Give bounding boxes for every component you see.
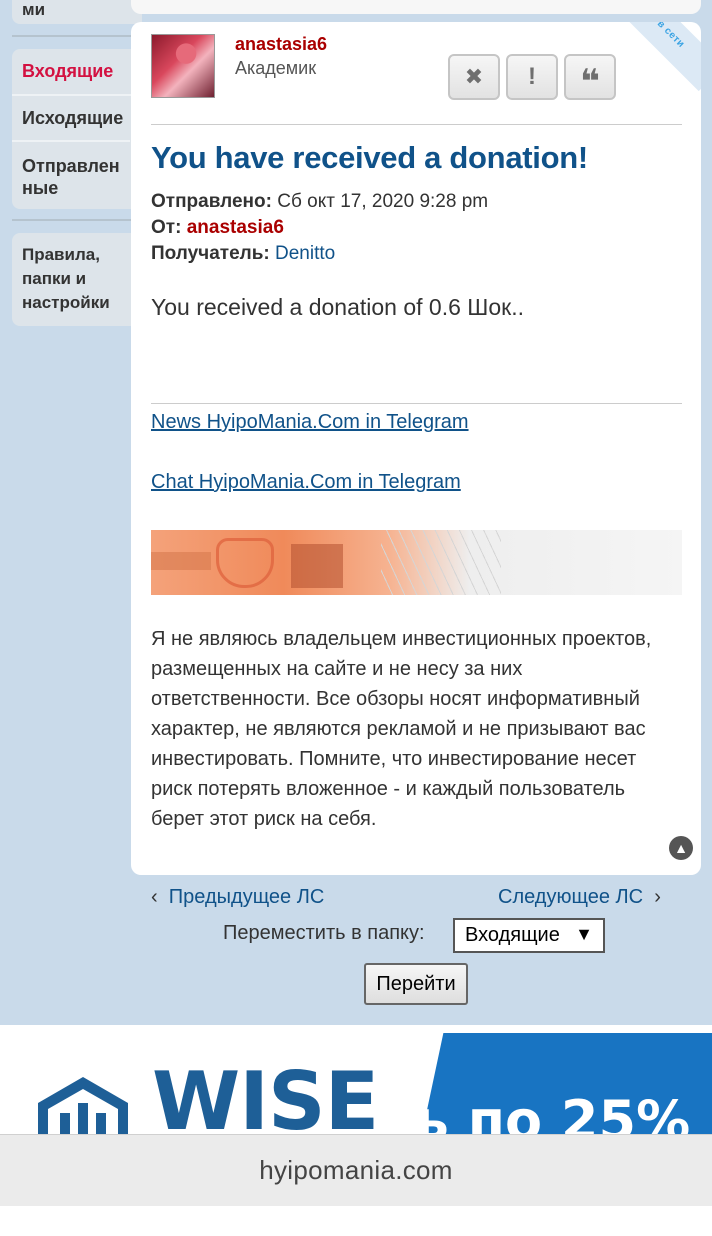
from-user-link[interactable]: anastasia6	[187, 217, 284, 238]
ad-logo-icon	[38, 1077, 128, 1135]
telegram-news-link[interactable]: News HyipoMania.Com in Telegram	[151, 411, 469, 434]
browser-bottom	[0, 1206, 712, 1236]
sidebar-item-inbox[interactable]: Входящие	[12, 60, 137, 94]
url-text: hyipomania.com	[259, 1155, 453, 1185]
message-card: в сети anastasia6 Академик ✖ ! ❝ You hav…	[131, 22, 701, 875]
divider	[151, 124, 682, 125]
sidebar-settings: Правила, папки и настройки	[12, 233, 137, 326]
gift-icon	[291, 544, 343, 588]
quote-icon: ❝	[580, 63, 600, 101]
banner-shape	[151, 552, 211, 570]
prev-message-link[interactable]: ‹ Предыдущее ЛС	[151, 886, 324, 909]
delete-button[interactable]: ✖	[448, 54, 500, 100]
dropdown-arrow-icon: ▼	[575, 924, 593, 944]
signature-banner[interactable]	[151, 530, 682, 595]
chevron-up-icon: ▲	[674, 840, 688, 856]
next-message-link[interactable]: Следующее ЛС ›	[498, 886, 661, 909]
sent-row: Отправлено: Сб окт 17, 2020 9:28 pm	[151, 191, 488, 213]
sidebar-top-label: ми	[22, 0, 46, 19]
message-title[interactable]: You have received a donation!	[151, 140, 588, 176]
signature-divider	[151, 403, 682, 404]
back-to-top-button[interactable]: ▲	[669, 836, 693, 860]
chevron-right-icon: ›	[654, 886, 661, 908]
go-button[interactable]: Перейти	[364, 963, 468, 1005]
from-label: От:	[151, 217, 182, 238]
sent-value: Сб окт 17, 2020 9:28 pm	[277, 191, 489, 212]
sidebar-divider	[12, 35, 131, 37]
ad-brand: WISE	[152, 1055, 379, 1135]
browser-url-bar[interactable]: hyipomania.com	[0, 1134, 712, 1206]
move-folder-label: Переместить в папку:	[223, 922, 425, 944]
sidebar-item-sent[interactable]: Отправлен ные	[12, 140, 130, 206]
recipient-row: Получатель: Denitto	[151, 243, 335, 265]
author-rank: Академик	[235, 58, 317, 78]
prev-message-label: Предыдущее ЛС	[168, 886, 325, 908]
from-row: От: anastasia6	[151, 217, 284, 239]
sidebar-item-outbox[interactable]: Исходящие	[12, 94, 137, 140]
exclamation-icon: !	[528, 63, 536, 90]
move-folder-value: Входящие	[465, 924, 560, 946]
ad-promo-text: ь по 25% в м	[414, 1089, 712, 1135]
telegram-chat-link[interactable]: Chat HyipoMania.Com in Telegram	[151, 471, 461, 494]
chevron-left-icon: ‹	[151, 886, 158, 908]
sent-label: Отправлено:	[151, 191, 272, 212]
recipient-label: Получатель:	[151, 243, 270, 264]
building-graphic	[381, 530, 501, 595]
shield-icon	[216, 538, 274, 588]
sidebar-folders: Входящие Исходящие Отправлен ные	[12, 49, 137, 209]
ad-promo-panel: ь по 25% в м	[415, 1033, 712, 1135]
signature-disclaimer: Я не являюсь владельцем инвестиционных п…	[151, 628, 652, 830]
online-badge: в сети	[613, 22, 701, 92]
message-body: You received a donation of 0.6 Шок..	[151, 294, 524, 320]
ad-banner[interactable]: ь по 25% в м WISE	[0, 1025, 712, 1135]
previous-card-edge	[131, 0, 701, 14]
sidebar-divider	[12, 219, 131, 221]
close-icon: ✖	[464, 64, 484, 89]
sidebar-item-settings[interactable]: Правила, папки и настройки	[12, 243, 124, 315]
recipient-user-link[interactable]: Denitto	[275, 243, 335, 264]
avatar[interactable]	[151, 34, 215, 98]
move-folder-select[interactable]: Входящие ▼	[453, 918, 605, 953]
report-button[interactable]: !	[506, 54, 558, 100]
author-name[interactable]: anastasia6	[235, 34, 327, 55]
quote-button[interactable]: ❝	[564, 54, 616, 100]
sidebar-top-item[interactable]: ми	[12, 0, 142, 24]
next-message-label: Следующее ЛС	[498, 886, 644, 908]
